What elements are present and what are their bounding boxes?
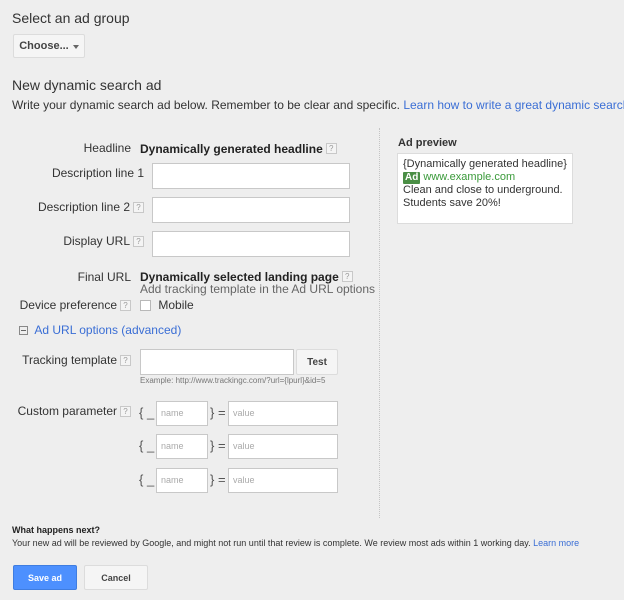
tracking-label: Tracking template: [22, 353, 117, 367]
headline-row: Dynamically generated headline?: [140, 140, 337, 158]
param-value-input[interactable]: value: [228, 434, 338, 459]
mobile-checkbox[interactable]: [140, 300, 151, 312]
desc2-input[interactable]: [152, 197, 350, 223]
column-divider: [379, 128, 380, 518]
learn-more-link[interactable]: Learn more: [533, 538, 579, 548]
collapse-icon[interactable]: [19, 326, 28, 336]
chevron-down-icon: [72, 44, 79, 49]
help-icon[interactable]: ?: [341, 271, 353, 283]
close-equals: } =: [210, 472, 226, 487]
help-icon[interactable]: ?: [120, 406, 131, 418]
tracking-example: Example: http://www.trackingc.com/?url={…: [140, 376, 326, 385]
ad-group-heading: Select an ad group: [12, 10, 130, 26]
param-name-input[interactable]: name: [156, 401, 208, 426]
desc2-label: Description line 2: [37, 200, 130, 214]
device-label: Device preference: [19, 298, 117, 312]
ad-group-dropdown-label: Choose...: [19, 40, 69, 52]
help-icon[interactable]: ?: [120, 300, 131, 312]
device-label-row: Device preference?: [20, 298, 131, 312]
close-equals: } =: [210, 438, 226, 453]
param-name-input[interactable]: name: [156, 434, 208, 459]
final-url-hint: Add tracking template in the Ad URL opti…: [140, 282, 376, 296]
desc1-input[interactable]: [152, 163, 350, 189]
cancel-button[interactable]: Cancel: [84, 565, 148, 590]
intro-text: Write your dynamic search ad below. Reme…: [12, 98, 400, 112]
save-ad-button[interactable]: Save ad: [13, 565, 77, 590]
param-name-input[interactable]: name: [156, 468, 208, 493]
preview-url-row: Ad www.example.com: [403, 171, 567, 184]
test-button[interactable]: Test: [296, 349, 338, 375]
param-value-input[interactable]: value: [228, 468, 338, 493]
help-icon[interactable]: ?: [133, 236, 144, 248]
review-text: Your new ad will be reviewed by Google, …: [12, 538, 531, 548]
mobile-label: Mobile: [158, 298, 194, 312]
preview-line2: Students save 20%!: [403, 197, 501, 209]
preview-display-url: www.example.com: [423, 171, 516, 183]
close-equals: } =: [210, 405, 226, 420]
what-happens-next-heading: What happens next?: [12, 525, 101, 535]
preview-headline: {Dynamically generated headline}: [403, 158, 567, 170]
mobile-option[interactable]: Mobile: [140, 298, 194, 312]
learn-how-link[interactable]: Learn how to write a great dynamic searc…: [403, 98, 624, 112]
open-brace: { _: [139, 405, 155, 420]
desc2-label-row: Description line 2?: [38, 200, 144, 214]
ad-preview-box: {Dynamically generated headline} Ad www.…: [397, 153, 573, 224]
section-heading: New dynamic search ad: [12, 77, 162, 93]
display-url-label-row: Display URL?: [63, 234, 144, 248]
tracking-label-row: Tracking template?: [22, 353, 131, 367]
ad-badge: Ad: [403, 172, 421, 184]
help-icon[interactable]: ?: [325, 143, 337, 155]
section-intro: Write your dynamic search ad below. Reme…: [12, 98, 624, 112]
param-value-input[interactable]: value: [228, 401, 338, 426]
headline-value: Dynamically generated headline: [140, 142, 323, 156]
custom-param-label-row: Custom parameter?: [18, 404, 131, 418]
ad-preview-title: Ad preview: [398, 137, 457, 149]
final-url-label: Final URL: [77, 270, 131, 284]
help-icon[interactable]: ?: [133, 202, 144, 214]
tracking-template-input[interactable]: [140, 349, 294, 375]
ad-url-options-link[interactable]: Ad URL options (advanced): [34, 323, 181, 337]
preview-line1: Clean and close to underground.: [403, 184, 563, 196]
desc1-label: Description line 1: [51, 166, 144, 180]
display-url-label: Display URL: [63, 234, 130, 248]
headline-label: Headline: [83, 141, 131, 155]
ad-url-options-toggle[interactable]: Ad URL options (advanced): [19, 323, 181, 337]
display-url-input[interactable]: [152, 231, 350, 257]
ad-group-dropdown[interactable]: Choose...: [13, 34, 85, 58]
help-icon[interactable]: ?: [120, 355, 131, 367]
custom-param-label: Custom parameter: [17, 404, 117, 418]
what-happens-next-text: Your new ad will be reviewed by Google, …: [12, 538, 579, 548]
open-brace: { _: [139, 438, 155, 453]
open-brace: { _: [139, 472, 155, 487]
